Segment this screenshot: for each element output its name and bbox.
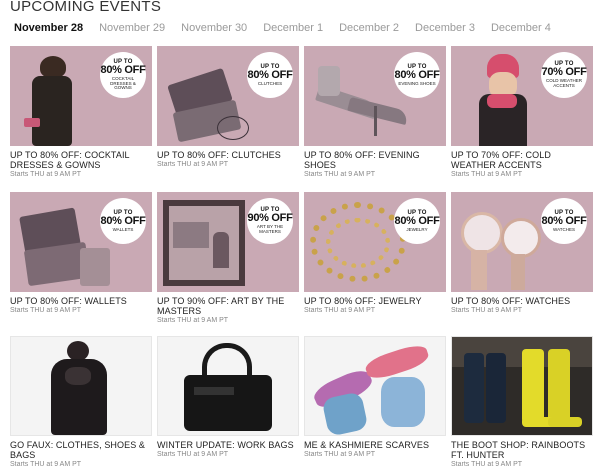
discount-badge: UP TO 80% OFF JEWELRY [394,198,440,244]
event-title: UP TO 80% OFF: CLUTCHES [157,150,281,160]
event-title: GO FAUX: CLOTHES, SHOES & BAGS [10,440,146,460]
event-card-evening-shoes[interactable]: UP TO 80% OFF EVENING SHOES UP TO 80% OF… [304,46,446,186]
scarf-photo [304,336,446,436]
tab-november-30[interactable]: November 30 [173,22,255,34]
badge-percent: 70% OFF [541,66,587,79]
event-card-cold-weather-accents[interactable]: UP TO 70% OFF COLD WEATHER ACCENTS UP TO… [451,46,593,186]
necklace-photo: UP TO 80% OFF JEWELRY [304,192,446,292]
event-start-time: Starts THU at 9 AM PT [304,451,376,458]
event-start-time: Starts THU at 9 AM PT [10,307,82,314]
event-title: UP TO 80% OFF: WALLETS [10,296,127,306]
badge-category: CLUTCHES [257,80,283,86]
event-card-rainboots[interactable]: THE BOOT SHOP: RAINBOOTS FT. HUNTER Star… [451,336,593,476]
event-card-kashmiere-scarves[interactable]: ME & KASHMIERE SCARVES Starts THU at 9 A… [304,336,446,476]
tab-november-29[interactable]: November 29 [91,22,173,34]
badge-percent: 80% OFF [247,68,293,81]
event-start-time: Starts THU at 9 AM PT [157,317,229,324]
discount-badge: UP TO 80% OFF COCKTAIL DRESSES & GOWNS [100,52,146,98]
page-title: UPCOMING EVENTS [10,0,162,15]
event-start-time: Starts THU at 9 AM PT [157,161,229,168]
discount-badge: UP TO 80% OFF WATCHES [541,198,587,244]
badge-percent: 80% OFF [394,214,440,227]
wallet-photo: UP TO 80% OFF WALLETS [10,192,152,292]
badge-category: JEWELRY [406,226,428,232]
event-card-go-faux[interactable]: GO FAUX: CLOTHES, SHOES & BAGS Starts TH… [10,336,152,476]
event-start-time: Starts THU at 9 AM PT [10,461,82,468]
event-card-watches[interactable]: UP TO 80% OFF WATCHES UP TO 80% OFF: WAT… [451,192,593,332]
badge-percent: 80% OFF [541,214,587,227]
event-card-clutches[interactable]: UP TO 80% OFF CLUTCHES UP TO 80% OFF: CL… [157,46,299,186]
event-card-art-by-the-masters[interactable]: UP TO 90% OFF ART BY THE MASTERS UP TO 9… [157,192,299,332]
discount-badge: UP TO 70% OFF COLD WEATHER ACCENTS [541,52,587,98]
event-card-jewelry[interactable]: UP TO 80% OFF JEWELRY UP TO 80% OFF: JEW… [304,192,446,332]
event-title: WINTER UPDATE: WORK BAGS [157,440,294,450]
badge-category: EVENING SHOES [398,80,436,86]
discount-badge: UP TO 80% OFF WALLETS [100,198,146,244]
event-title: UP TO 80% OFF: JEWELRY [304,296,422,306]
painting-photo: UP TO 90% OFF ART BY THE MASTERS [157,192,299,292]
event-start-time: Starts THU at 9 AM PT [304,307,376,314]
dress-photo: UP TO 80% OFF COCKTAIL DRESSES & GOWNS [10,46,152,146]
event-start-time: Starts THU at 9 AM PT [304,171,376,178]
event-title: UP TO 90% OFF: ART BY THE MASTERS [157,296,285,316]
event-title: UP TO 70% OFF: COLD WEATHER ACCENTS [451,150,551,170]
badge-percent: 90% OFF [247,212,293,225]
shoes-photo: UP TO 80% OFF EVENING SHOES [304,46,446,146]
event-title: UP TO 80% OFF: COCKTAIL DRESSES & GOWNS [10,150,130,170]
tab-december-2[interactable]: December 2 [331,22,407,34]
event-card-work-bags[interactable]: WINTER UPDATE: WORK BAGS Starts THU at 9… [157,336,299,476]
event-title: UP TO 80% OFF: EVENING SHOES [304,150,420,170]
tab-november-28[interactable]: November 28 [6,22,91,34]
tab-december-3[interactable]: December 3 [407,22,483,34]
fur-coat-photo [10,336,152,436]
tab-december-4[interactable]: December 4 [483,22,559,34]
badge-percent: 80% OFF [100,214,146,227]
event-title: THE BOOT SHOP: RAINBOOTS FT. HUNTER [451,440,586,460]
date-tabs: November 28 November 29 November 30 Dece… [6,18,559,38]
event-start-time: Starts THU at 9 AM PT [451,171,523,178]
badge-category: ART BY THE MASTERS [256,224,284,234]
event-card-cocktail-dresses[interactable]: UP TO 80% OFF COCKTAIL DRESSES & GOWNS U… [10,46,152,186]
event-start-time: Starts THU at 9 AM PT [451,307,523,314]
event-title: ME & KASHMIERE SCARVES [304,440,430,450]
event-card-wallets[interactable]: UP TO 80% OFF WALLETS UP TO 80% OFF: WAL… [10,192,152,332]
winter-hat-photo: UP TO 70% OFF COLD WEATHER ACCENTS [451,46,593,146]
handbag-photo [157,336,299,436]
badge-category: COCKTAIL DRESSES & GOWNS [110,75,136,91]
discount-badge: UP TO 80% OFF EVENING SHOES [394,52,440,98]
event-start-time: Starts THU at 9 AM PT [157,451,229,458]
badge-category: WALLETS [112,226,134,232]
rainboots-photo [451,336,593,436]
badge-percent: 80% OFF [394,68,440,81]
tab-december-1[interactable]: December 1 [255,22,331,34]
badge-category: WATCHES [553,226,575,232]
badge-percent: 80% OFF [100,63,146,76]
upcoming-events-page: UPCOMING EVENTS November 28 November 29 … [0,0,600,476]
event-title: UP TO 80% OFF: WATCHES [451,296,571,306]
discount-badge: UP TO 80% OFF CLUTCHES [247,52,293,98]
discount-badge: UP TO 90% OFF ART BY THE MASTERS [247,198,293,244]
event-start-time: Starts THU at 9 AM PT [10,171,82,178]
event-start-time: Starts THU at 9 AM PT [451,461,523,468]
clutch-photo: UP TO 80% OFF CLUTCHES [157,46,299,146]
badge-category: COLD WEATHER ACCENTS [546,78,582,88]
watch-photo: UP TO 80% OFF WATCHES [451,192,593,292]
